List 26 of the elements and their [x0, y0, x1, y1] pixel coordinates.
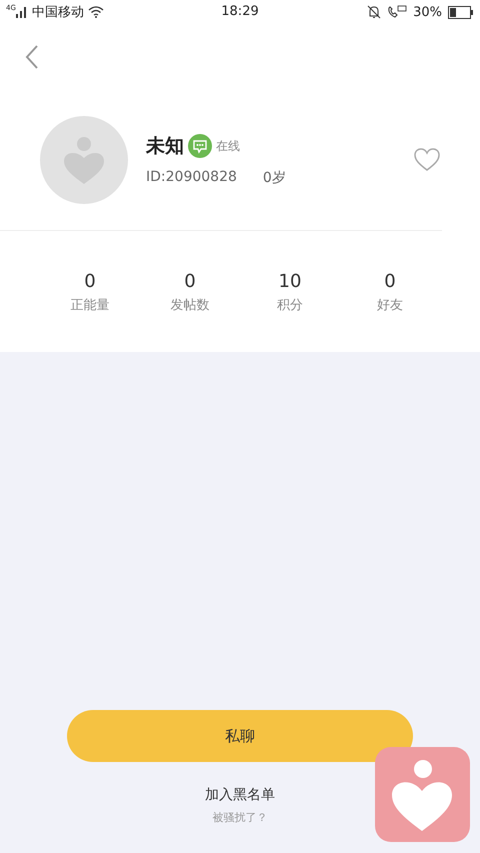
signal-icon [16, 6, 28, 18]
heart-icon[interactable] [414, 148, 440, 172]
private-chat-button[interactable]: 私聊 [67, 710, 413, 762]
bell-muted-icon [367, 5, 382, 19]
user-age: 0岁 [262, 169, 286, 187]
user-id: ID:20900828 [146, 169, 237, 187]
stat-value: 0 [184, 271, 196, 292]
hd-call-icon [387, 5, 408, 19]
stat-value: 10 [278, 271, 302, 292]
wifi-icon [88, 6, 104, 18]
blacklist-link[interactable]: 加入黑名单 [205, 786, 275, 804]
carrier-name: 中国移动 [32, 4, 84, 21]
stat-label: 积分 [277, 297, 303, 314]
stat-value: 0 [384, 271, 396, 292]
app-logo-icon[interactable] [375, 747, 470, 842]
stat-value: 0 [84, 271, 96, 292]
online-status: 在线 [216, 138, 240, 154]
clock-time: 18:29 [220, 4, 260, 19]
back-icon[interactable] [25, 44, 39, 70]
stat-label: 好友 [377, 297, 403, 314]
battery-percent: 30% [413, 4, 442, 20]
battery-icon [448, 6, 474, 18]
chat-bubble-icon [188, 134, 212, 158]
stat-label: 正能量 [70, 297, 110, 314]
stat-label: 发帖数 [170, 297, 210, 314]
user-name: 未知 [146, 134, 184, 159]
